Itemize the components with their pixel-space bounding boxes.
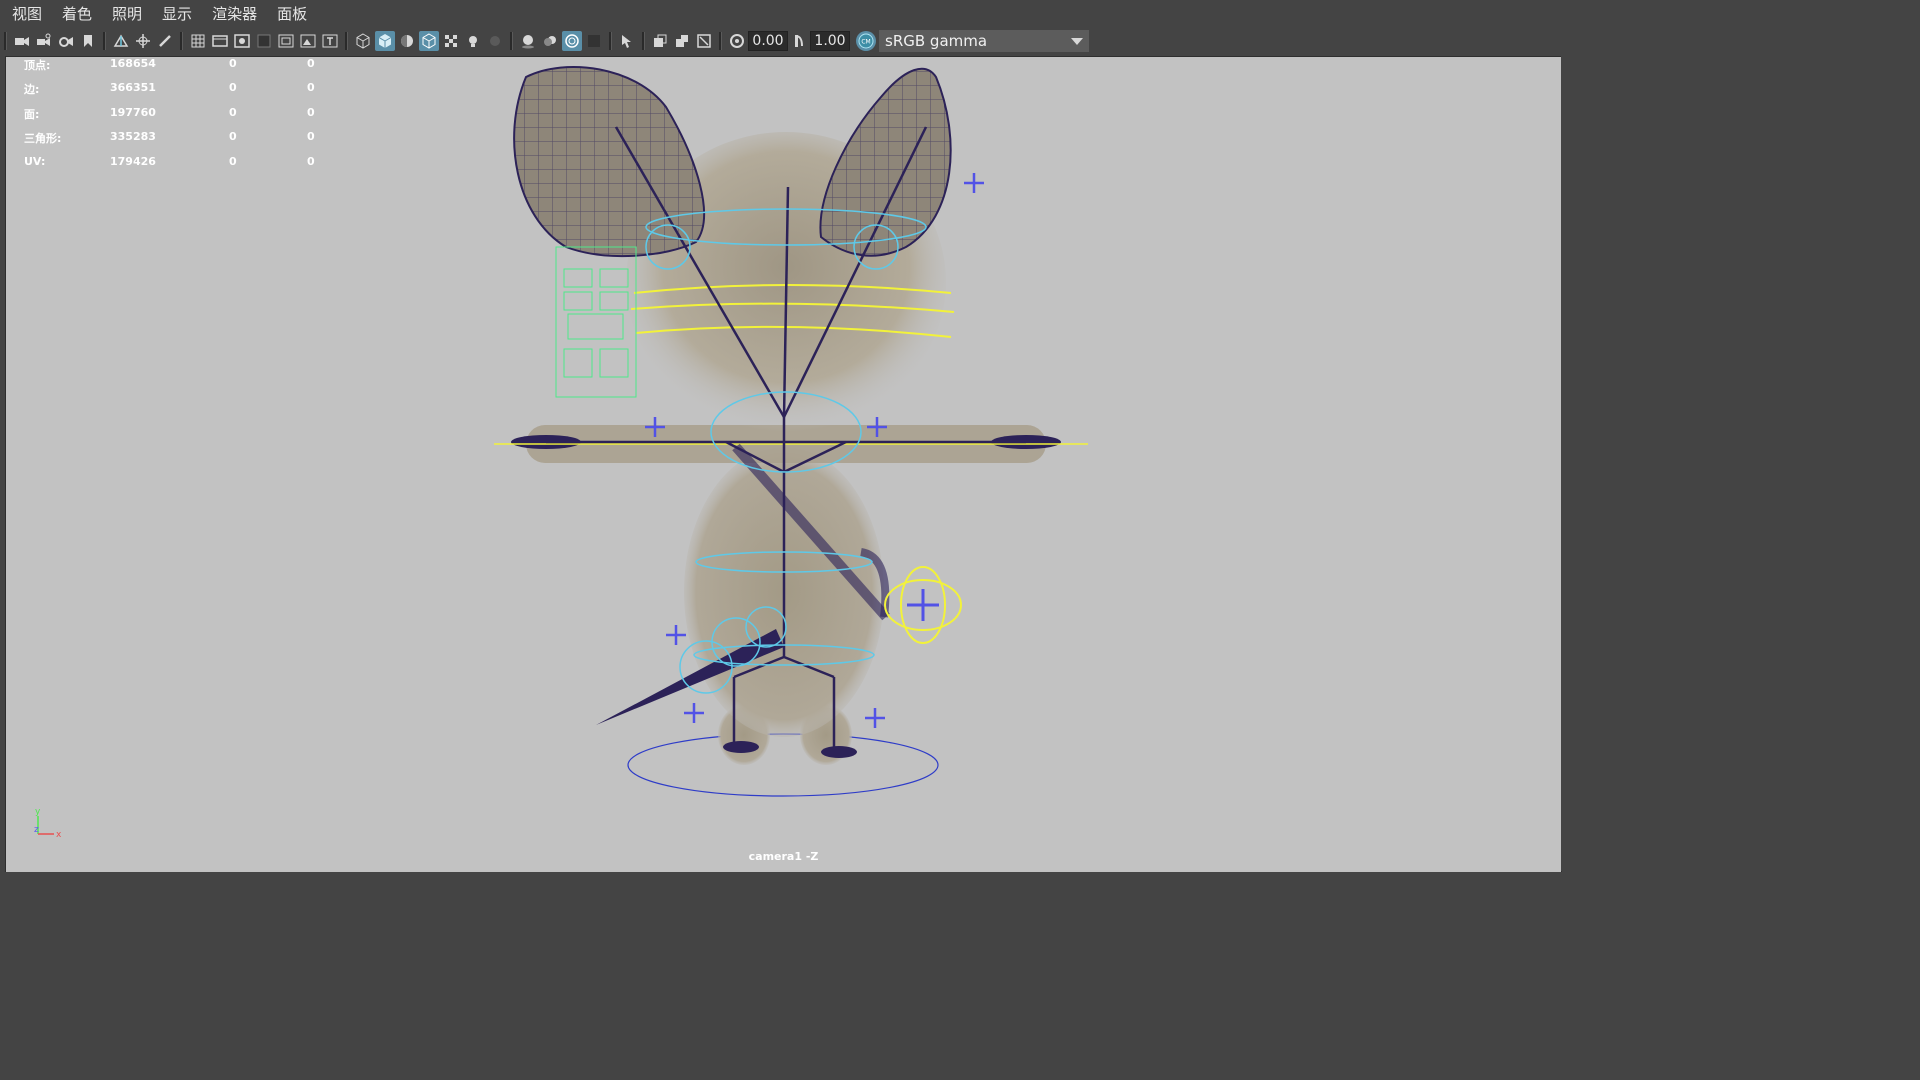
hip-control[interactable] (884, 566, 962, 644)
isolate-select-icon[interactable] (617, 31, 637, 51)
safe-action-icon[interactable] (298, 31, 318, 51)
textured-icon[interactable] (441, 31, 461, 51)
menu-bar: 视图 着色 照明 显示 渲染器 面板 (0, 0, 1568, 28)
toolbar-separator (510, 32, 513, 50)
toolbar-separator (719, 32, 722, 50)
camera-icon[interactable] (12, 31, 32, 51)
exposure-field[interactable]: 0.00 (748, 31, 788, 51)
panel-toolbar: 0.00 1.00 CM sRGB gamma (0, 28, 1568, 54)
xray-active-icon[interactable] (672, 31, 692, 51)
axis-z-label: z (34, 825, 39, 835)
hud-value: 0 (229, 57, 237, 70)
hud-value: 0 (229, 154, 237, 168)
scene-render (494, 66, 1088, 797)
cm-toggle-icon[interactable]: CM (856, 31, 876, 51)
safe-title-icon[interactable] (320, 31, 340, 51)
hud-value: 335283 (110, 130, 156, 144)
wireframe-on-shaded-icon[interactable] (419, 31, 439, 51)
anti-aliasing-icon[interactable] (562, 31, 582, 51)
hud-value: 0 (307, 81, 315, 95)
menu-shading[interactable]: 着色 (52, 0, 102, 28)
resolution-gate-icon[interactable] (232, 31, 252, 51)
viewport-border-bottom (0, 872, 1568, 882)
shadows-icon[interactable] (485, 31, 505, 51)
camera-attr-icon[interactable] (56, 31, 76, 51)
depth-of-field-icon[interactable] (584, 31, 604, 51)
axis-y-label: y (35, 807, 41, 817)
smooth-shade-icon[interactable] (375, 31, 395, 51)
camera-lock-icon[interactable] (34, 31, 54, 51)
exposure-icon[interactable] (727, 31, 747, 51)
menu-view[interactable]: 视图 (0, 0, 52, 28)
svg-text:CM: CM (861, 39, 870, 46)
motion-blur-icon[interactable] (540, 31, 560, 51)
hud-label: 三角形: (24, 132, 62, 146)
hud-value: 179426 (110, 154, 156, 168)
gate-mask-icon[interactable] (254, 31, 274, 51)
grease-pencil-icon[interactable] (155, 31, 175, 51)
toolbar-separator (4, 32, 7, 50)
film-gate-icon[interactable] (210, 31, 230, 51)
viewport-border-right (1561, 56, 1568, 871)
menu-lighting[interactable]: 照明 (102, 0, 152, 28)
xray-icon[interactable] (650, 31, 670, 51)
camera-label: camera1 -Z (748, 850, 819, 863)
axis-x-label: x (56, 830, 62, 840)
hud-value: 0 (229, 81, 237, 95)
image-plane-icon[interactable] (111, 31, 131, 51)
3d-viewport[interactable]: 顶点: 168654 0 0 边: 366351 0 0 面: 197760 0… (5, 56, 1562, 873)
use-all-lights-icon[interactable] (463, 31, 483, 51)
hud-label: 顶点: (24, 59, 51, 72)
view-transform-select[interactable]: sRGB gamma (879, 30, 1089, 52)
menu-show[interactable]: 显示 (152, 0, 202, 28)
toolbar-separator (609, 32, 612, 50)
2d-pan-zoom-icon[interactable] (133, 31, 153, 51)
xray-joints-icon[interactable] (694, 31, 714, 51)
facial-picker[interactable] (555, 246, 637, 398)
hud-value: 0 (307, 154, 315, 168)
toolbar-separator (345, 32, 348, 50)
grid-icon[interactable] (188, 31, 208, 51)
root-control[interactable] (627, 733, 939, 797)
menu-renderer[interactable]: 渲染器 (202, 0, 267, 28)
screen-space-ao-icon[interactable] (518, 31, 538, 51)
field-chart-icon[interactable] (276, 31, 296, 51)
hud-value: 366351 (110, 81, 156, 95)
toolbar-separator (180, 32, 183, 50)
hud-label: UV: (24, 154, 46, 168)
hud-value: 168654 (110, 57, 156, 70)
menu-panels[interactable]: 面板 (267, 0, 317, 28)
hud-value: 197760 (110, 105, 156, 119)
gamma-field[interactable]: 1.00 (810, 31, 850, 51)
gamma-icon[interactable] (789, 31, 809, 51)
chevron-down-icon (1071, 37, 1083, 45)
hud-label: 边: (24, 83, 40, 97)
hud-value: 0 (307, 57, 315, 70)
axis-gizmo-icon: y z x (34, 807, 62, 840)
hud-value: 0 (307, 130, 315, 144)
default-material-icon[interactable] (397, 31, 417, 51)
hud-value: 0 (229, 105, 237, 119)
view-transform-label: sRGB gamma (885, 32, 988, 50)
toolbar-separator (642, 32, 645, 50)
hud-value: 0 (229, 130, 237, 144)
hud-value: 0 (307, 105, 315, 119)
bookmark-icon[interactable] (78, 31, 98, 51)
hud-label: 面: (24, 107, 40, 121)
toolbar-separator (103, 32, 106, 50)
wireframe-icon[interactable] (353, 31, 373, 51)
